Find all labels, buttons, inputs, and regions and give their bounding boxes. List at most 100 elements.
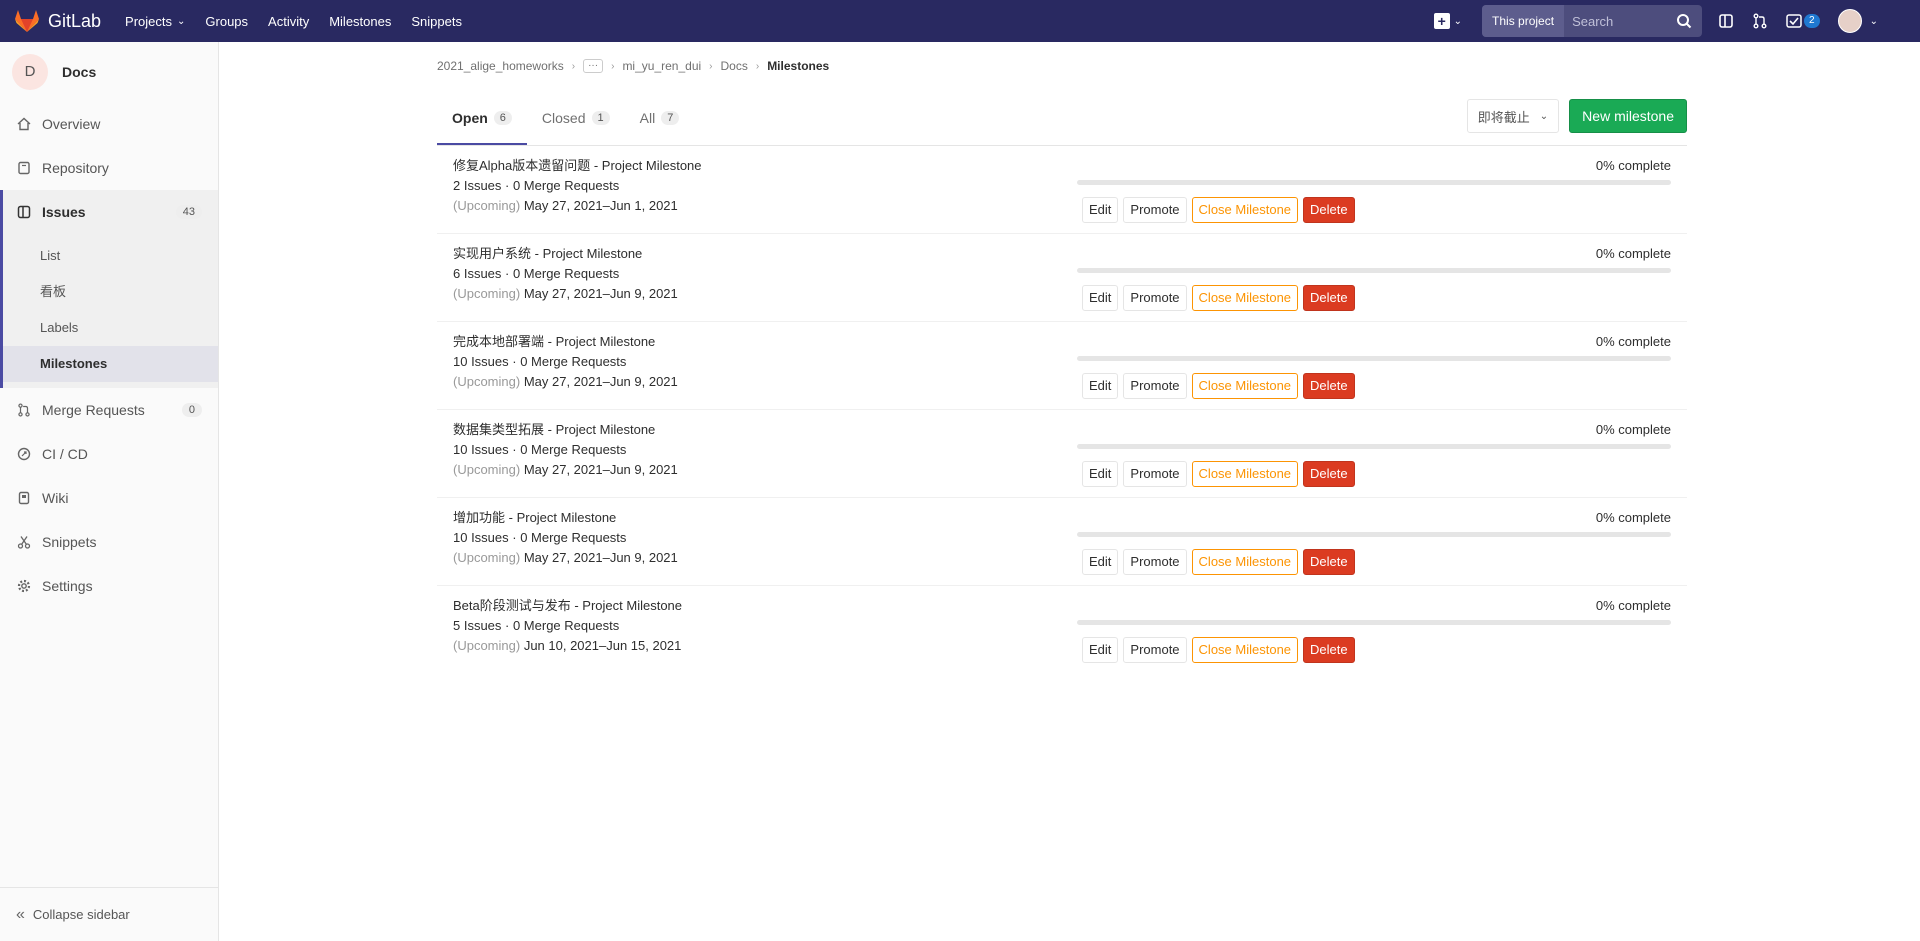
edit-button[interactable]: Edit: [1082, 197, 1119, 223]
edit-button[interactable]: Edit: [1082, 549, 1119, 575]
close-milestone-button[interactable]: Close Milestone: [1191, 373, 1299, 399]
edit-button[interactable]: Edit: [1082, 373, 1119, 399]
delete-button[interactable]: Delete: [1303, 197, 1355, 223]
milestone-dates: (Upcoming) May 27, 2021–Jun 9, 2021: [453, 548, 1073, 568]
close-milestone-button[interactable]: Close Milestone: [1191, 549, 1299, 575]
sort-dropdown[interactable]: 即将截止 ⌄: [1466, 99, 1560, 133]
tab-label: Closed: [541, 110, 586, 126]
search-scope-badge[interactable]: This project: [1482, 5, 1565, 37]
milestone-title: 数据集类型拓展 - Project Milestone: [453, 420, 1073, 440]
new-dropdown[interactable]: + ⌄: [1433, 13, 1462, 29]
promote-button[interactable]: Promote: [1123, 549, 1187, 575]
edit-button[interactable]: Edit: [1082, 285, 1119, 311]
close-milestone-button[interactable]: Close Milestone: [1191, 461, 1299, 487]
nav-activity[interactable]: Activity: [268, 14, 309, 29]
breadcrumb-ellipsis-button[interactable]: ···: [583, 59, 604, 73]
promote-button[interactable]: Promote: [1123, 461, 1187, 487]
milestone-dates: (Upcoming) May 27, 2021–Jun 9, 2021: [453, 372, 1073, 392]
delete-button[interactable]: Delete: [1303, 285, 1355, 311]
tab-count: 1: [591, 111, 610, 125]
sidebar-subitem-milestones[interactable]: Milestones: [0, 346, 218, 382]
edit-button[interactable]: Edit: [1082, 461, 1119, 487]
close-milestone-button[interactable]: Close Milestone: [1191, 197, 1299, 223]
milestone-type-label: - Project Milestone: [531, 246, 643, 261]
sidebar-item-issues[interactable]: Issues 43: [0, 190, 218, 234]
milestone-date-range: May 27, 2021–Jun 1, 2021: [523, 198, 678, 213]
collapse-sidebar-button[interactable]: « Collapse sidebar: [0, 887, 218, 941]
sidebar-item-wiki[interactable]: Wiki: [0, 476, 218, 520]
nav-milestones[interactable]: Milestones: [329, 14, 391, 29]
sidebar-toggle-button[interactable]: [1718, 13, 1734, 29]
nav-projects[interactable]: Projects ⌄: [125, 14, 185, 29]
delete-button[interactable]: Delete: [1303, 461, 1355, 487]
sidebar-item-overview[interactable]: Overview: [0, 102, 218, 146]
search-input[interactable]: [1564, 13, 1675, 29]
milestone-info: 修复Alpha版本遗留问题 - Project Milestone 2 Issu…: [453, 156, 1073, 233]
milestone-title-link[interactable]: 修复Alpha版本遗留问题: [453, 158, 590, 173]
sidebar-subitem-list[interactable]: List: [0, 238, 218, 274]
milestone-title-link[interactable]: 数据集类型拓展: [453, 422, 544, 437]
tab-closed[interactable]: Closed 1: [527, 93, 625, 145]
milestone-title-link[interactable]: 完成本地部署端: [453, 334, 544, 349]
sidebar-item-merge-requests[interactable]: Merge Requests 0: [0, 388, 218, 432]
promote-button[interactable]: Promote: [1123, 373, 1187, 399]
milestone-counts: 10 Issues · 0 Merge Requests: [453, 354, 627, 369]
gitlab-home-link[interactable]: GitLab: [14, 0, 101, 42]
close-milestone-button[interactable]: Close Milestone: [1191, 285, 1299, 311]
milestone-date-range: May 27, 2021–Jun 9, 2021: [523, 462, 678, 477]
promote-button[interactable]: Promote: [1123, 197, 1187, 223]
merge-requests-button[interactable]: [1752, 13, 1768, 29]
breadcrumb-group[interactable]: 2021_alige_homeworks: [437, 59, 564, 73]
nav-snippets[interactable]: Snippets: [411, 14, 462, 29]
milestone-title-link[interactable]: 增加功能: [453, 510, 505, 525]
todos-button[interactable]: 2: [1786, 13, 1820, 29]
top-navbar: GitLab Projects ⌄ Groups Activity Milesto…: [0, 0, 1920, 42]
milestone-type-label: - Project Milestone: [505, 510, 617, 525]
nav-groups[interactable]: Groups: [205, 14, 248, 29]
edit-button[interactable]: Edit: [1082, 637, 1119, 663]
double-chevron-left-icon: «: [16, 905, 25, 923]
breadcrumb-subgroup[interactable]: mi_yu_ren_dui: [622, 59, 701, 73]
milestone-complete-text: 0% complete: [1595, 598, 1671, 613]
delete-button[interactable]: Delete: [1303, 549, 1355, 575]
sidebar-item-settings[interactable]: Settings: [0, 564, 218, 608]
nav-right: + ⌄ This project 2 ⌄: [1433, 0, 1920, 42]
tab-all[interactable]: All 7: [625, 93, 695, 145]
breadcrumb-project[interactable]: Docs: [721, 59, 748, 73]
sidebar-item-label: Overview: [42, 116, 101, 132]
collapse-sidebar-label: Collapse sidebar: [32, 907, 130, 922]
promote-button[interactable]: Promote: [1123, 285, 1187, 311]
todo-count-badge: 2: [1804, 14, 1820, 28]
delete-button[interactable]: Delete: [1303, 637, 1355, 663]
new-milestone-button[interactable]: New milestone: [1569, 99, 1687, 133]
sidebar-subitem-boards[interactable]: 看板: [0, 274, 218, 310]
delete-button[interactable]: Delete: [1303, 373, 1355, 399]
sidebar-item-snippets[interactable]: Snippets: [0, 520, 218, 564]
sidebar-subitem-labels[interactable]: Labels: [0, 310, 218, 346]
milestone-title-link[interactable]: 实现用户系统: [453, 246, 531, 261]
sidebar-item-ci-cd[interactable]: CI / CD: [0, 432, 218, 476]
merge-request-icon: [1753, 13, 1767, 29]
close-milestone-button[interactable]: Close Milestone: [1191, 637, 1299, 663]
project-header[interactable]: D Docs: [0, 42, 218, 102]
chevron-down-icon: ⌄: [177, 15, 186, 27]
milestone-progress-bar: [1077, 180, 1671, 185]
milestone-info: 完成本地部署端 - Project Milestone 10 Issues · …: [453, 332, 1073, 409]
breadcrumb-current[interactable]: Milestones: [767, 59, 829, 73]
chevron-right-icon: ›: [755, 60, 760, 72]
milestone-counts: 2 Issues · 0 Merge Requests: [453, 178, 620, 193]
merge-requests-count-badge: 0: [181, 403, 202, 417]
milestone-progress-area: 0% complete Edit Promote Close Milestone…: [1077, 596, 1671, 674]
milestone-row: Beta阶段测试与发布 - Project Milestone 5 Issues…: [437, 586, 1687, 674]
user-menu[interactable]: ⌄: [1837, 9, 1878, 33]
sidebar-item-repository[interactable]: Repository: [0, 146, 218, 190]
main-content: 2021_alige_homeworks › ··· › mi_yu_ren_d…: [437, 42, 1687, 674]
milestone-info: 数据集类型拓展 - Project Milestone 10 Issues · …: [453, 420, 1073, 497]
milestone-date-range: May 27, 2021–Jun 9, 2021: [523, 550, 678, 565]
upcoming-label: (Upcoming): [453, 286, 521, 301]
tab-open[interactable]: Open 6: [437, 93, 527, 145]
milestone-title-link[interactable]: Beta阶段测试与发布: [453, 598, 571, 613]
issues-count-badge: 43: [175, 205, 202, 219]
promote-button[interactable]: Promote: [1123, 637, 1187, 663]
milestone-date-range: May 27, 2021–Jun 9, 2021: [523, 286, 678, 301]
